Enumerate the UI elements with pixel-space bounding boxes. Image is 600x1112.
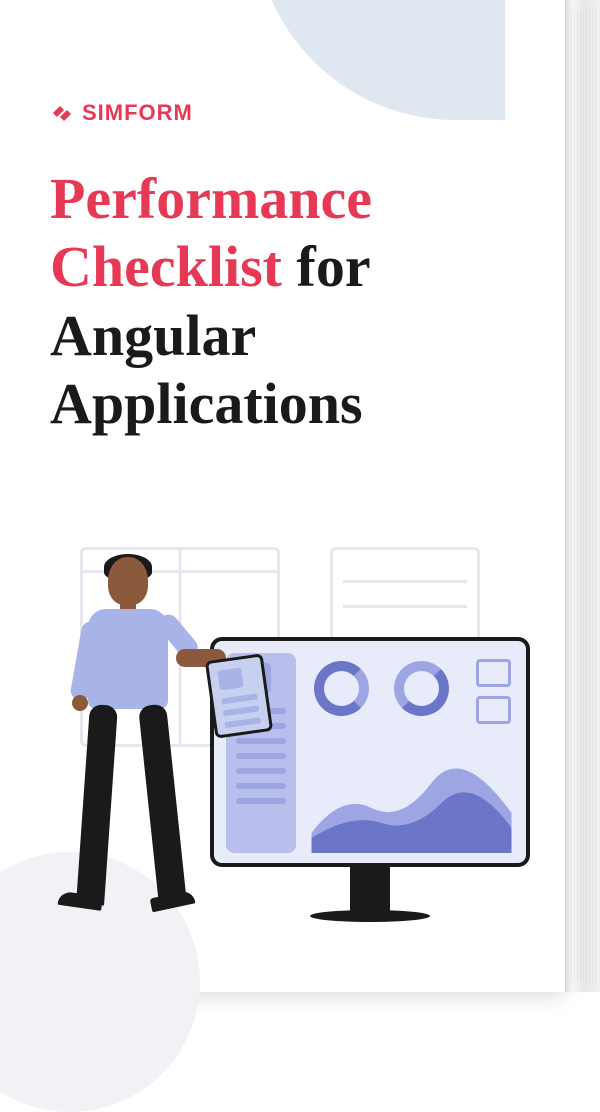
widget-box — [476, 696, 511, 724]
simform-logo-icon — [50, 101, 74, 125]
handheld-tablet — [205, 653, 273, 738]
title-connector: for — [282, 234, 370, 299]
title-main-text: Angular Applications — [50, 303, 363, 436]
brand-logo: SIMFORM — [50, 100, 193, 126]
book-cover: SIMFORM Performance Checklist for Angula… — [0, 0, 565, 992]
book-pages-edge — [565, 0, 600, 992]
cover-title: Performance Checklist for Angular Applic… — [50, 165, 500, 439]
donut-chart-icon — [394, 661, 449, 716]
person-figure — [60, 557, 220, 927]
brand-name: SIMFORM — [82, 100, 193, 126]
monitor-base — [310, 910, 430, 922]
cover-illustration — [50, 527, 530, 957]
area-chart-icon — [309, 743, 514, 853]
widget-box — [476, 659, 511, 687]
decorative-arc-top — [255, 0, 505, 120]
donut-chart-icon — [314, 661, 369, 716]
